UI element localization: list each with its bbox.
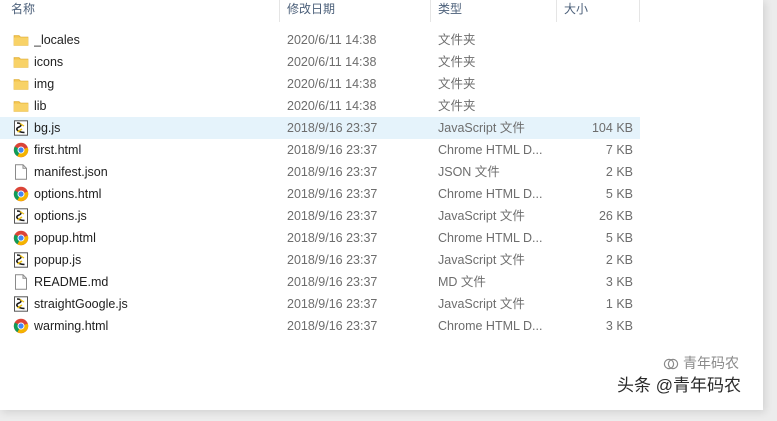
file-name: popup.html	[34, 231, 96, 245]
file-type: 文件夹	[438, 99, 476, 113]
file-date: 2018/9/16 23:37	[287, 231, 378, 245]
file-row[interactable]: README.md 2018/9/16 23:37 MD 文件 3 KB	[0, 271, 640, 293]
file-type: Chrome HTML D...	[438, 231, 543, 245]
file-row[interactable]: popup.html 2018/9/16 23:37 Chrome HTML D..…	[0, 227, 640, 249]
javascript-file-icon	[13, 117, 30, 139]
file-type: MD 文件	[438, 275, 486, 289]
file-name: straightGoogle.js	[34, 297, 128, 311]
watermark-bottom-text: 头条 @青年码农	[617, 376, 741, 395]
file-date: 2018/9/16 23:37	[287, 319, 378, 333]
folder-icon	[13, 29, 30, 51]
file-date: 2020/6/11 14:38	[287, 99, 377, 113]
file-icon	[13, 271, 30, 293]
file-date: 2018/9/16 23:37	[287, 253, 378, 267]
file-list: _locales 2020/6/11 14:38 文件夹 icons 2020/6/11…	[0, 29, 640, 337]
file-type: JavaScript 文件	[438, 121, 525, 135]
file-row[interactable]: img 2020/6/11 14:38 文件夹	[0, 73, 640, 95]
chrome-html-icon	[13, 227, 30, 249]
file-row[interactable]: manifest.json 2018/9/16 23:37 JSON 文件 2 KB	[0, 161, 640, 183]
file-name: first.html	[34, 143, 82, 157]
file-name: img	[34, 77, 55, 91]
chrome-html-icon	[13, 315, 30, 337]
file-name: bg.js	[34, 121, 61, 135]
javascript-file-icon	[13, 205, 30, 227]
file-size: 3 KB	[605, 319, 633, 333]
file-size: 1 KB	[605, 297, 633, 311]
file-size: 2 KB	[605, 253, 633, 267]
file-size: 3 KB	[605, 275, 633, 289]
file-type: JavaScript 文件	[438, 253, 525, 267]
column-header-name[interactable]: 名称	[0, 0, 280, 22]
file-date: 2018/9/16 23:37	[287, 187, 378, 201]
file-date: 2018/9/16 23:37	[287, 165, 378, 179]
file-row[interactable]: icons 2020/6/11 14:38 文件夹	[0, 51, 640, 73]
file-row[interactable]: bg.js 2018/9/16 23:37 JavaScript 文件 104 KB	[0, 117, 640, 139]
file-type: JavaScript 文件	[438, 209, 525, 223]
javascript-file-icon	[13, 293, 30, 315]
file-type: JSON 文件	[438, 165, 500, 179]
file-icon	[13, 161, 30, 183]
file-date: 2018/9/16 23:37	[287, 121, 378, 135]
file-size: 104 KB	[591, 121, 633, 135]
file-row[interactable]: warming.html 2018/9/16 23:37 Chrome HTML D…	[0, 315, 640, 337]
file-date: 2018/9/16 23:37	[287, 143, 378, 157]
file-name: popup.js	[34, 253, 82, 267]
watermark: 青年码农 头条 @青年码农	[617, 353, 741, 396]
file-size: 26 KB	[598, 209, 633, 223]
file-type: JavaScript 文件	[438, 297, 525, 311]
column-header-bar: 名称 修改日期 类型 大小	[0, 0, 640, 22]
folder-icon	[13, 73, 30, 95]
file-name: manifest.json	[34, 165, 108, 179]
file-row[interactable]: first.html 2018/9/16 23:37 Chrome HTML D..…	[0, 139, 640, 161]
file-type: Chrome HTML D...	[438, 319, 543, 333]
file-row[interactable]: options.js 2018/9/16 23:37 JavaScript 文件 26…	[0, 205, 640, 227]
file-row[interactable]: lib 2020/6/11 14:38 文件夹	[0, 95, 640, 117]
file-explorer-window: 名称 修改日期 类型 大小 _locales 2020/6/11 14:38 文件夹…	[0, 0, 763, 410]
javascript-file-icon	[13, 249, 30, 271]
file-name: _locales	[34, 33, 80, 47]
chrome-html-icon	[13, 183, 30, 205]
file-type: 文件夹	[438, 55, 476, 69]
wechat-icon	[663, 359, 679, 370]
file-date: 2020/6/11 14:38	[287, 33, 377, 47]
file-name: README.md	[34, 275, 109, 289]
file-name: options.js	[34, 209, 87, 223]
file-size: 2 KB	[605, 165, 633, 179]
file-size	[557, 51, 633, 73]
file-date: 2018/9/16 23:37	[287, 209, 378, 223]
file-row[interactable]: popup.js 2018/9/16 23:37 JavaScript 文件 2 KB	[0, 249, 640, 271]
column-header-date[interactable]: 修改日期	[280, 0, 431, 22]
column-header-size[interactable]: 大小	[557, 0, 640, 22]
file-row[interactable]: _locales 2020/6/11 14:38 文件夹	[0, 29, 640, 51]
file-size: 7 KB	[605, 143, 633, 157]
watermark-top-text: 青年码农	[683, 355, 739, 371]
file-name: icons	[34, 55, 64, 69]
file-date: 2018/9/16 23:37	[287, 297, 378, 311]
file-date: 2018/9/16 23:37	[287, 275, 378, 289]
file-type: Chrome HTML D...	[438, 143, 543, 157]
file-name: options.html	[34, 187, 102, 201]
file-size: 5 KB	[605, 187, 633, 201]
file-name: lib	[34, 99, 47, 113]
folder-icon	[13, 51, 30, 73]
file-row[interactable]: options.html 2018/9/16 23:37 Chrome HTML D…	[0, 183, 640, 205]
column-header-type[interactable]: 类型	[431, 0, 557, 22]
file-type: 文件夹	[438, 33, 476, 47]
folder-icon	[13, 95, 30, 117]
file-size: 5 KB	[605, 231, 633, 245]
file-type: Chrome HTML D...	[438, 187, 543, 201]
file-date: 2020/6/11 14:38	[287, 55, 377, 69]
file-row[interactable]: straightGoogle.js 2018/9/16 23:37 JavaScri…	[0, 293, 640, 315]
file-date: 2020/6/11 14:38	[287, 77, 377, 91]
file-type: 文件夹	[438, 77, 476, 91]
file-name: warming.html	[34, 319, 109, 333]
file-size	[557, 95, 633, 117]
file-size	[557, 73, 633, 95]
file-size	[557, 29, 633, 51]
chrome-html-icon	[13, 139, 30, 161]
